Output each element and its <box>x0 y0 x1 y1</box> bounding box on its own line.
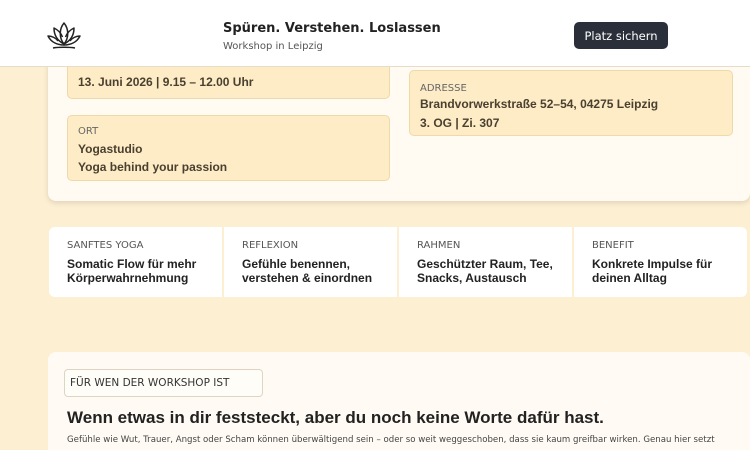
feature-label: REFLEXION <box>242 240 299 251</box>
section-pill: FÜR WEN DER WORKSHOP IST <box>64 369 263 397</box>
location-box: ORT Yogastudio Yoga behind your passion <box>67 115 390 181</box>
section-heading: Wenn etwas in dir feststeckt, aber du no… <box>67 408 604 427</box>
feature-label: BENEFIT <box>592 240 634 251</box>
address-box: ADRESSE Brandvorwerkstraße 52–54, 04275 … <box>409 70 733 136</box>
audience-section: FÜR WEN DER WORKSHOP IST Wenn etwas in d… <box>48 352 750 450</box>
reserve-spot-button[interactable]: Platz sichern <box>574 22 668 49</box>
feature-card: SANFTES YOGA Somatic Flow für mehr Körpe… <box>49 227 222 297</box>
lotus-icon[interactable] <box>46 19 82 53</box>
feature-text: Gefühle benennen, verstehen & einordnen <box>242 257 373 285</box>
address-street: Brandvorwerkstraße 52–54, 04275 Leipzig <box>420 97 659 111</box>
header-subtitle: Workshop in Leipzig <box>223 41 323 52</box>
feature-card: BENEFIT Konkrete Impulse für deinen Allt… <box>574 227 747 297</box>
location-name: Yogastudio <box>78 142 143 156</box>
section-body: Gefühle wie Wut, Trauer, Angst oder Scha… <box>67 435 715 445</box>
feature-label: SANFTES YOGA <box>67 240 144 251</box>
feature-text: Somatic Flow für mehr Körperwahrnehmung <box>67 257 197 285</box>
feature-text: Geschützter Raum, Tee, Snacks, Austausch <box>417 257 553 285</box>
feature-card: RAHMEN Geschützter Raum, Tee, Snacks, Au… <box>399 227 572 297</box>
site-header: Spüren. Verstehen. Loslassen Workshop in… <box>0 0 750 67</box>
location-label: ORT <box>78 126 99 137</box>
feature-text: Konkrete Impulse für deinen Alltag <box>592 257 713 285</box>
address-label: ADRESSE <box>420 83 467 94</box>
location-tagline: Yoga behind your passion <box>78 160 228 174</box>
address-room: 3. OG | Zi. 307 <box>420 116 500 130</box>
date-value: 13. Juni 2026 | 9.15 – 12.00 Uhr <box>78 75 254 89</box>
header-title: Spüren. Verstehen. Loslassen <box>223 21 441 36</box>
feature-label: RAHMEN <box>417 240 461 251</box>
feature-card: REFLEXION Gefühle benennen, verstehen & … <box>224 227 397 297</box>
